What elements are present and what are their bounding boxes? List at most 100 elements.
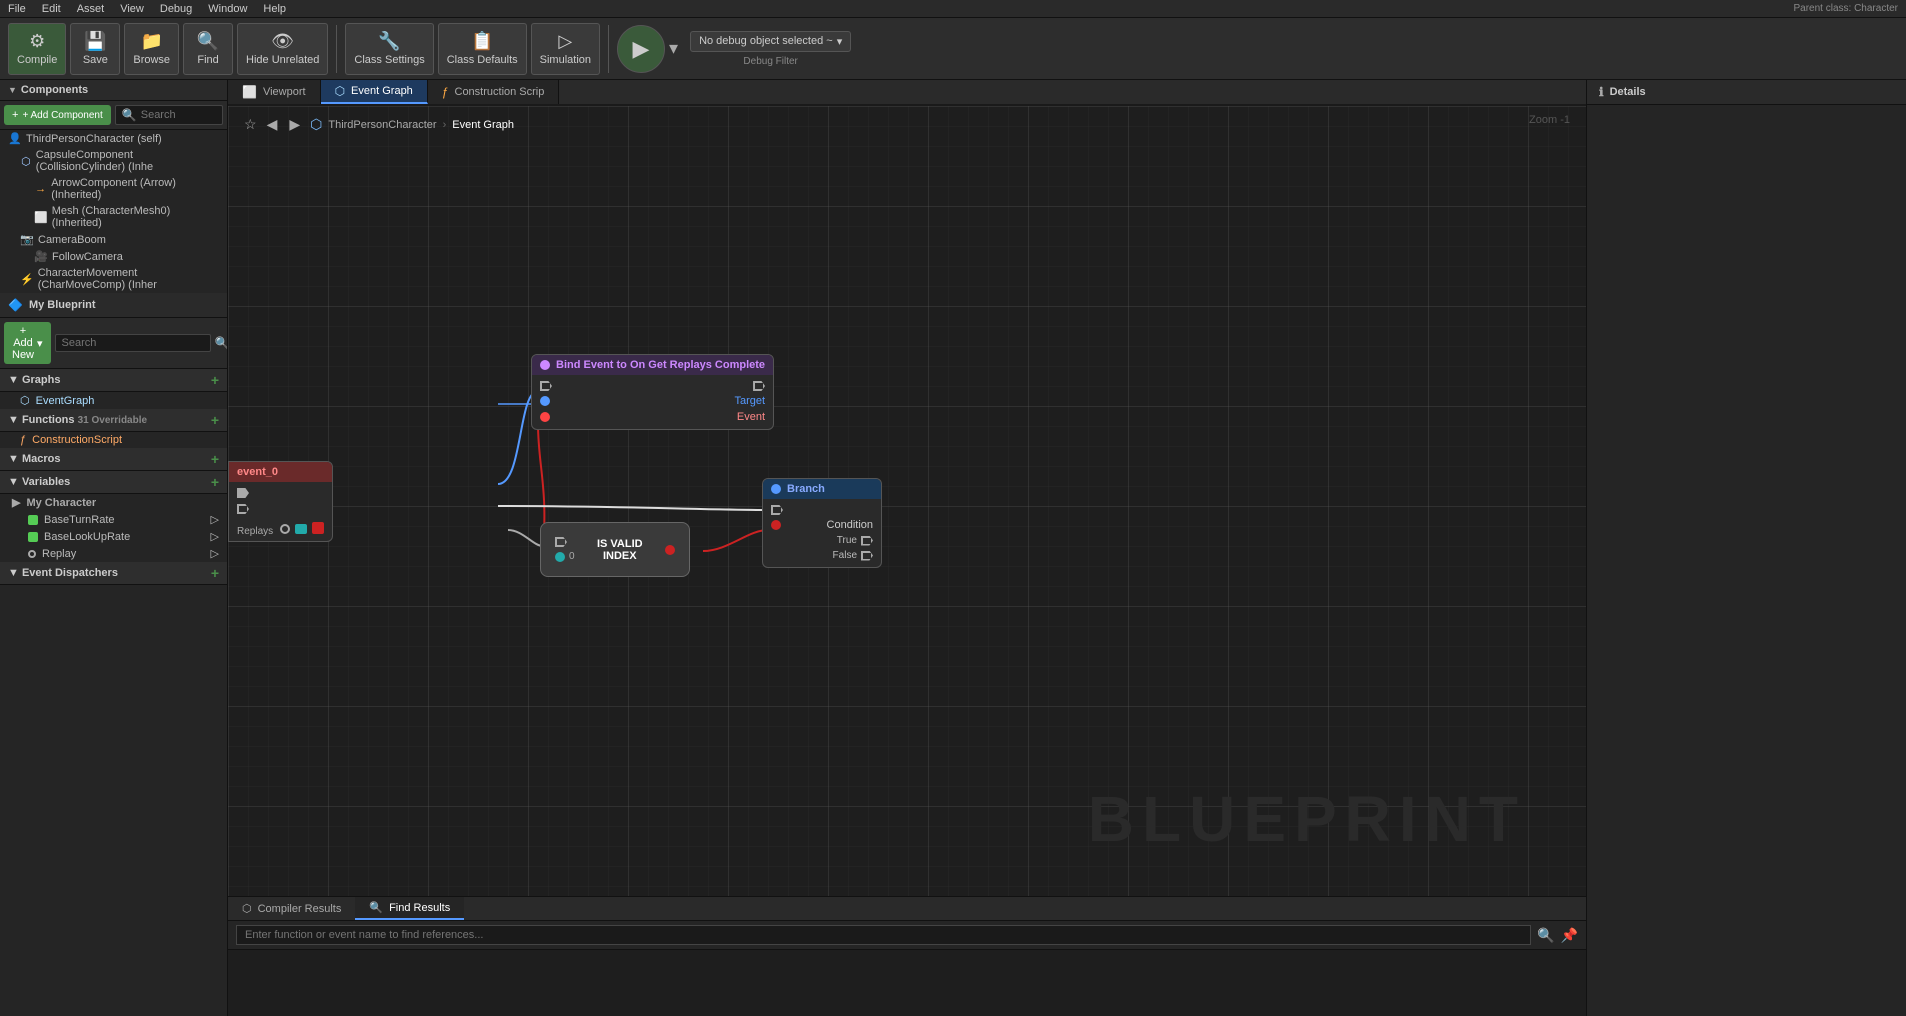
component-item-movement[interactable]: ⚡ CharacterMovement (CharMoveComp) (Inhe… xyxy=(0,265,227,293)
find-lock-icon[interactable]: 📌 xyxy=(1561,927,1578,944)
base-turn-rate-dot xyxy=(28,515,38,525)
save-icon: 💾 xyxy=(84,31,106,52)
components-tree: 👤 ThirdPersonCharacter (self) ⬡ CapsuleC… xyxy=(0,130,227,293)
branch-node[interactable]: Branch Condition True False xyxy=(762,478,882,568)
class-settings-icon: 🔧 xyxy=(378,31,400,52)
replay-item[interactable]: Replay ▷ xyxy=(0,545,227,562)
dropdown-arrow-icon: ▾ xyxy=(837,35,843,48)
components-section-header[interactable]: ▼ Components xyxy=(0,80,227,101)
event-node[interactable]: event_0 Replays xyxy=(228,461,333,542)
compile-button[interactable]: ⚙ Compile xyxy=(8,23,66,75)
bind-target-pin xyxy=(540,396,550,406)
event-graph-item[interactable]: ⬡ EventGraph xyxy=(0,392,227,409)
functions-add-icon[interactable]: + xyxy=(211,412,219,428)
hide-unrelated-button[interactable]: 👁 Hide Unrelated xyxy=(237,23,328,75)
play-button[interactable]: ▶ xyxy=(617,25,665,73)
base-turn-rate-item[interactable]: BaseTurnRate ▷ xyxy=(0,511,227,528)
base-turn-rate-right-icon: ▷ xyxy=(211,513,219,526)
bind-event-row: Event xyxy=(532,409,773,425)
plus-icon: + xyxy=(12,109,18,121)
is-valid-node[interactable]: 0 IS VALID INDEX xyxy=(540,522,690,577)
breadcrumb-nav: ◀ ▶ xyxy=(263,114,305,135)
viewport-tab[interactable]: ⬜ Viewport xyxy=(228,80,321,104)
construction-script-tab-icon: ƒ xyxy=(442,85,449,99)
blueprint-search-input[interactable] xyxy=(55,334,211,352)
save-button[interactable]: 💾 Save xyxy=(70,23,120,75)
find-button[interactable]: 🔍 Find xyxy=(183,23,233,75)
menu-edit[interactable]: Edit xyxy=(42,3,61,15)
bind-event-body: Target Event xyxy=(532,375,773,429)
find-search-icon[interactable]: 🔍 xyxy=(1537,927,1554,944)
variables-section[interactable]: ▼ Variables + xyxy=(0,471,227,494)
component-item-self[interactable]: 👤 ThirdPersonCharacter (self) xyxy=(0,130,227,147)
components-search-input[interactable] xyxy=(141,109,216,121)
component-item-capsule[interactable]: ⬡ CapsuleComponent (CollisionCylinder) (… xyxy=(0,147,227,175)
graphs-add-icon[interactable]: + xyxy=(211,372,219,388)
find-input[interactable] xyxy=(236,925,1531,945)
details-header: ℹ Details xyxy=(1587,80,1906,105)
component-item-camera-boom[interactable]: 📷 CameraBoom xyxy=(0,231,227,248)
find-icon: 🔍 xyxy=(197,31,219,52)
simulation-button[interactable]: ▷ Simulation xyxy=(531,23,600,75)
menu-file[interactable]: File xyxy=(8,3,26,15)
component-item-arrow[interactable]: → ArrowComponent (Arrow) (Inherited) xyxy=(0,175,227,203)
branch-false-pin xyxy=(861,551,873,561)
func-icon: ƒ xyxy=(20,434,26,446)
menu-debug[interactable]: Debug xyxy=(160,3,192,15)
event-dispatchers-add-icon[interactable]: + xyxy=(211,565,219,581)
details-icon: ℹ xyxy=(1599,85,1604,99)
menu-asset[interactable]: Asset xyxy=(77,3,105,15)
replay-right-icon: ▷ xyxy=(211,547,219,560)
bind-event-header: Bind Event to On Get Replays Complete xyxy=(532,355,773,375)
branch-header: Branch xyxy=(763,479,881,499)
bind-event-node[interactable]: Bind Event to On Get Replays Complete Ta… xyxy=(531,354,774,430)
blueprint-canvas[interactable]: ☆ ◀ ▶ ⬡ ThirdPersonCharacter › Event Gra… xyxy=(228,106,1586,896)
event-dispatchers-section[interactable]: ▼ Event Dispatchers + xyxy=(0,562,227,585)
component-item-mesh[interactable]: ⬜ Mesh (CharacterMesh0) (Inherited) xyxy=(0,203,227,231)
browse-button[interactable]: 📁 Browse xyxy=(124,23,179,75)
play-dropdown-arrow[interactable]: ▾ xyxy=(669,38,678,59)
debug-object-dropdown[interactable]: No debug object selected ~ ▾ xyxy=(690,31,851,52)
construction-script-tab[interactable]: ƒ Construction Scrip xyxy=(428,80,560,104)
add-component-button[interactable]: + + Add Component xyxy=(4,105,111,125)
hide-icon: 👁 xyxy=(271,31,294,52)
variables-add-icon[interactable]: + xyxy=(211,474,219,490)
macros-section[interactable]: ▼ Macros + xyxy=(0,448,227,471)
my-character-subsection[interactable]: ▶ My Character xyxy=(0,494,227,511)
viewport-tab-icon: ⬜ xyxy=(242,85,257,99)
replays-label: Replays xyxy=(237,526,273,537)
graphs-section[interactable]: ▼ Graphs + xyxy=(0,369,227,392)
functions-section[interactable]: ▼ Functions 31 Overridable + xyxy=(0,409,227,432)
menu-help[interactable]: Help xyxy=(263,3,286,15)
mesh-icon: ⬜ xyxy=(34,211,48,224)
menu-window[interactable]: Window xyxy=(208,3,247,15)
breadcrumb-home-button[interactable]: ☆ xyxy=(244,116,257,133)
base-look-up-rate-item[interactable]: BaseLookUpRate ▷ xyxy=(0,528,227,545)
branch-icon xyxy=(771,484,781,494)
event-graph-tab[interactable]: ⬡ Event Graph xyxy=(321,80,428,104)
breadcrumb-graph-name: Event Graph xyxy=(452,119,514,131)
construction-script-item[interactable]: ƒ ConstructionScript xyxy=(0,432,227,448)
search-icon: 🔍 xyxy=(122,108,137,122)
macros-add-icon[interactable]: + xyxy=(211,451,219,467)
find-results-tab[interactable]: 🔍 Find Results xyxy=(355,897,464,920)
components-search-box: 🔍 xyxy=(115,105,223,125)
compile-icon: ⚙ xyxy=(29,31,45,52)
component-item-follow-camera[interactable]: 🎥 FollowCamera xyxy=(0,248,227,265)
add-new-button[interactable]: + Add New ▾ xyxy=(4,322,51,364)
menu-view[interactable]: View xyxy=(120,3,144,15)
arrow-icon: → xyxy=(34,183,47,195)
bp-search-icon: 🔍 xyxy=(215,336,227,350)
compiler-tab-icon: ⬡ xyxy=(242,902,252,915)
breadcrumb-back-button[interactable]: ◀ xyxy=(263,114,282,135)
class-settings-button[interactable]: 🔧 Class Settings xyxy=(345,23,433,75)
bind-exec-out-pin xyxy=(753,381,765,391)
compiler-results-tab[interactable]: ⬡ Compiler Results xyxy=(228,897,355,920)
breadcrumb-class-name: ThirdPersonCharacter xyxy=(328,119,436,131)
my-blueprint-header[interactable]: 🔷 My Blueprint xyxy=(0,293,227,318)
breadcrumb-forward-button[interactable]: ▶ xyxy=(285,114,304,135)
event-replays-row: Replays xyxy=(229,520,332,541)
class-defaults-button[interactable]: 📋 Class Defaults xyxy=(438,23,527,75)
toolbar: ⚙ Compile 💾 Save 📁 Browse 🔍 Find 👁 Hide … xyxy=(0,18,1906,80)
event-node-header: event_0 xyxy=(229,462,332,482)
